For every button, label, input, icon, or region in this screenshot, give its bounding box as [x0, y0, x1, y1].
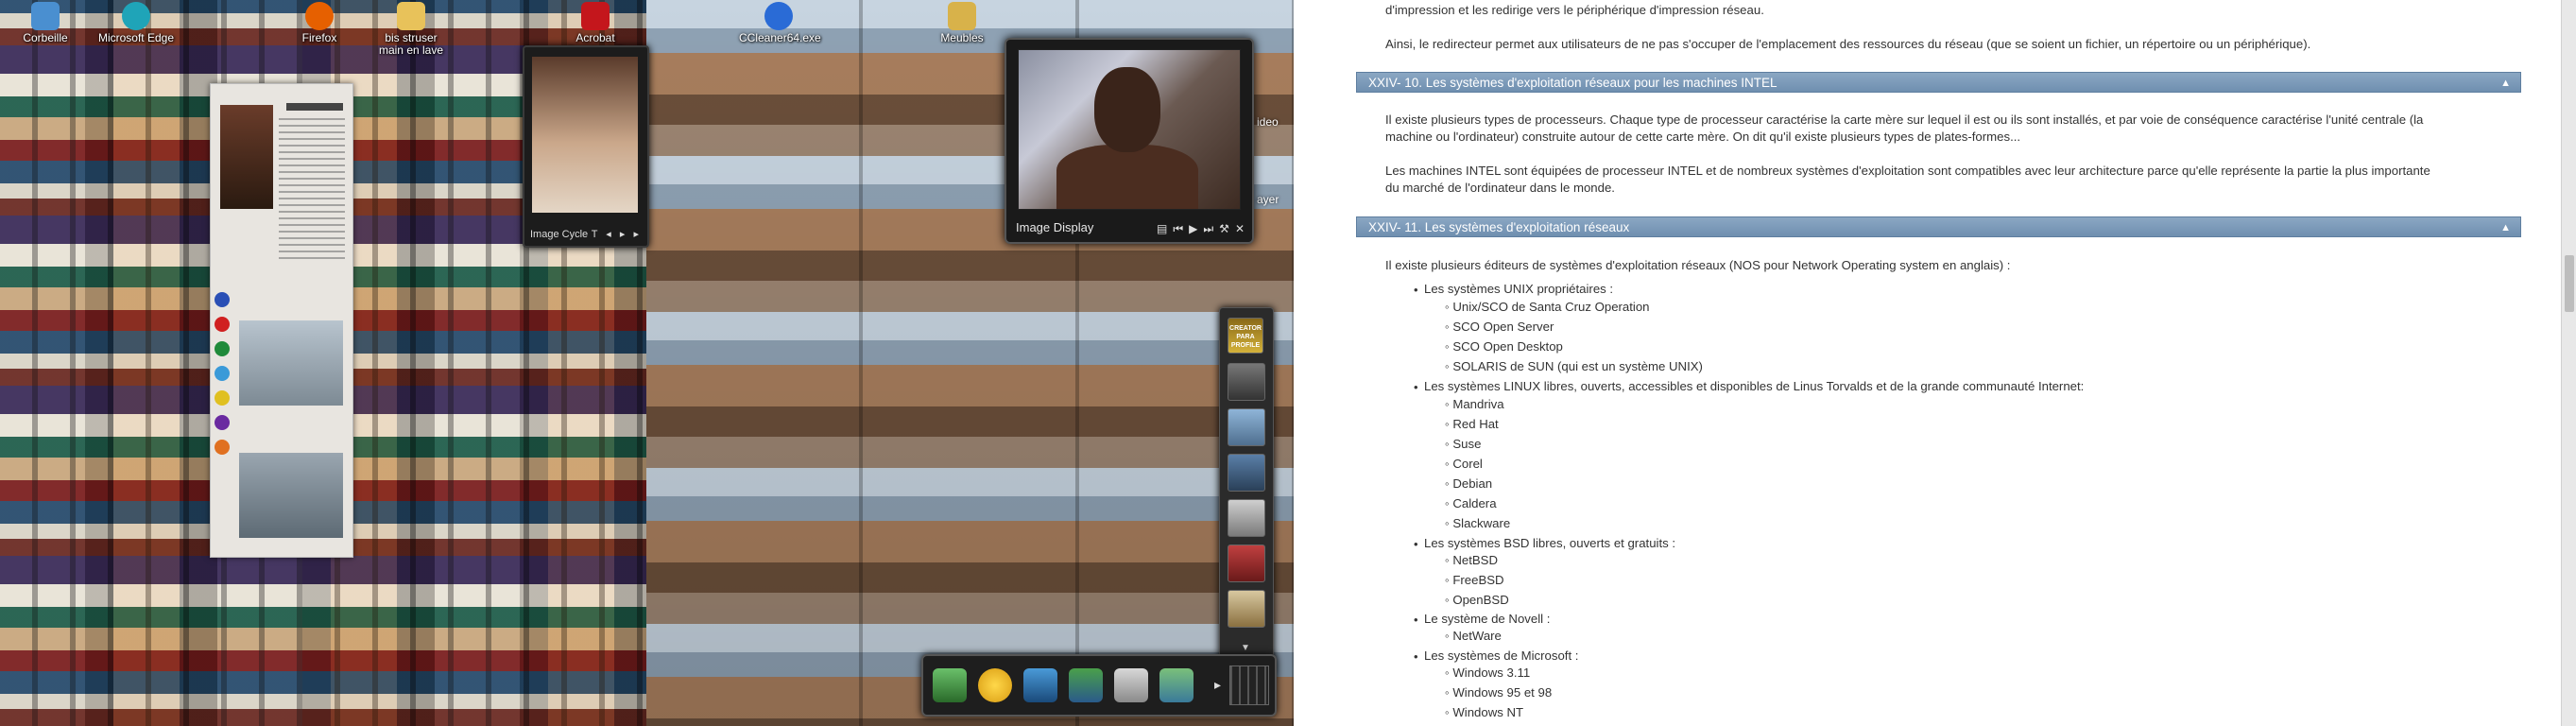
- list-item: ◦ Corel: [1445, 457, 1483, 471]
- bullet-icon: •: [1414, 380, 1418, 394]
- scrollbar-thumb[interactable]: [2565, 255, 2574, 312]
- image-display-controls: ▤ ⏮ ▶ ⏭ ⚒ ✕: [1157, 222, 1245, 236]
- list-item: ◦ SCO Open Server: [1445, 320, 1554, 334]
- list-item: ◦ Red Hat: [1445, 417, 1499, 431]
- poster-window[interactable]: [210, 83, 353, 558]
- list-item: ◦ Windows NT: [1445, 705, 1524, 719]
- desktop-icon-firefox[interactable]: Firefox: [280, 2, 359, 44]
- dock-expand-icon[interactable]: ▸: [1214, 677, 1221, 693]
- intro-text-line: Ainsi, le redirecteur permet aux utilisa…: [1385, 37, 2311, 51]
- list-item: ◦ NetBSD: [1445, 553, 1498, 567]
- list-item: ◦ NetWare: [1445, 629, 1502, 643]
- section-intro: Il existe plusieurs éditeurs de systèmes…: [1385, 258, 2011, 272]
- bullet-icon: •: [1414, 537, 1418, 551]
- desktop-icon-recycle-bin[interactable]: Corbeille: [6, 2, 85, 44]
- side-label-ideo: ideo: [1257, 115, 1279, 129]
- bullet-icon: •: [1414, 613, 1418, 627]
- document-page: d'impression et les redirige vers le pér…: [1294, 0, 2561, 726]
- grid-view-icon[interactable]: ▤: [1157, 222, 1167, 236]
- list-item: ◦ Windows 3.11: [1445, 666, 1531, 680]
- image-display-photo: [1018, 49, 1241, 210]
- image-display-title: Image Display: [1016, 220, 1094, 234]
- list-item: ◦ Unix/SCO de Santa Cruz Operation: [1445, 300, 1650, 314]
- vertical-scrollbar[interactable]: [2561, 0, 2576, 726]
- section-header-10[interactable]: XXIV- 10. Les systèmes d'exploitation ré…: [1356, 72, 2521, 93]
- gadget-caption: Image Cycle: [530, 229, 589, 240]
- desktop-icon-folder-bis[interactable]: bis struser main en lave: [371, 2, 451, 57]
- image-display-gadget[interactable]: Image Display ▤ ⏮ ▶ ⏭ ⚒ ✕: [1005, 38, 1254, 244]
- paragraph-line: machine ou l'ordinateur) construite auto…: [1385, 130, 2021, 144]
- list-item: ◦ Mandriva: [1445, 397, 1504, 411]
- poster-portrait: [220, 105, 273, 209]
- list-item: ◦ Caldera: [1445, 496, 1497, 510]
- keyboard-grid-icon[interactable]: [1229, 666, 1269, 705]
- acrobat-icon: [581, 2, 610, 30]
- paragraph-line: du marché de l'ordinateur dans le monde.: [1385, 181, 1615, 195]
- users-icon[interactable]: [1069, 668, 1103, 702]
- dock-item-tools-icon[interactable]: [1228, 363, 1265, 401]
- folder-sync-icon[interactable]: [1159, 668, 1194, 702]
- dock-item-creator[interactable]: CREATOR PARA PROFILE: [1228, 318, 1263, 354]
- list-item: ◦ Windows 95 et 98: [1445, 685, 1553, 700]
- taskbar-dock: ▸: [921, 654, 1277, 717]
- list-group-label: Les systèmes UNIX propriétaires :: [1424, 282, 1614, 296]
- first-icon[interactable]: ⏮: [1173, 222, 1183, 236]
- desktop-icon-meubles[interactable]: Meubles: [922, 2, 1002, 44]
- dock-scroll-down-icon[interactable]: ▼: [1241, 643, 1250, 653]
- new-item-icon[interactable]: [978, 668, 1012, 702]
- list-item: ◦ Suse: [1445, 437, 1482, 451]
- poster-heading: [286, 103, 343, 111]
- gadget-photo: [532, 57, 638, 213]
- dock-item-photos-icon[interactable]: [1228, 408, 1265, 446]
- collapse-icon[interactable]: ▲: [2500, 73, 2511, 94]
- paragraph-line: Les machines INTEL sont équipées de proc…: [1385, 164, 2430, 178]
- list-item: ◦ SOLARIS de SUN (qui est un système UNI…: [1445, 359, 1703, 373]
- list-item: ◦ SCO Open Desktop: [1445, 339, 1563, 354]
- sidebar-dock: CREATOR PARA PROFILE ▼: [1219, 307, 1274, 676]
- next-icon[interactable]: ⏭: [1203, 222, 1213, 236]
- list-item: ◦ Slackware: [1445, 516, 1511, 530]
- collapse-icon[interactable]: ▲: [2500, 217, 2511, 238]
- bullet-icon: •: [1414, 283, 1418, 297]
- dock-item-magnifier-icon[interactable]: [1228, 590, 1265, 628]
- dock-item-gallery-icon[interactable]: [1228, 499, 1265, 537]
- play-icon[interactable]: ▶: [1189, 222, 1197, 236]
- poster-photo: [239, 453, 343, 538]
- gadget-controls[interactable]: T ◂ ▸ ▸: [592, 228, 642, 240]
- section-title: XXIV- 10. Les systèmes d'exploitation ré…: [1368, 76, 1777, 90]
- close-icon[interactable]: ✕: [1235, 222, 1245, 236]
- list-group-label: Les systèmes de Microsoft :: [1424, 648, 1579, 663]
- firefox-icon: [305, 2, 334, 30]
- folder-icon: [948, 2, 976, 30]
- edge-icon: [122, 2, 150, 30]
- poster-text-lines: [279, 118, 345, 260]
- paragraph-line: Il existe plusieurs types de processeurs…: [1385, 112, 2424, 127]
- recycle-bin-icon: [31, 2, 60, 30]
- tools-icon[interactable]: ⚒: [1219, 222, 1229, 236]
- section-title: XXIV- 11. Les systèmes d'exploitation ré…: [1368, 220, 1630, 234]
- desktop-icon-edge[interactable]: Microsoft Edge: [96, 2, 176, 44]
- folder-icon: [397, 2, 425, 30]
- poster-photo: [239, 320, 343, 406]
- ccleaner-icon: [764, 2, 793, 30]
- desktop-icon-ccleaner[interactable]: CCleaner64.exe: [739, 2, 821, 44]
- list-item: ◦ FreeBSD: [1445, 573, 1504, 587]
- dock-item-media-icon[interactable]: [1228, 544, 1265, 582]
- globe-settings-icon[interactable]: [1023, 668, 1057, 702]
- spreadsheet-icon[interactable]: [933, 668, 967, 702]
- image-cycle-gadget[interactable]: Image Cycle T ◂ ▸ ▸: [523, 45, 649, 248]
- side-label-ayer: ayer: [1257, 193, 1279, 206]
- poster-colored-dots: [215, 292, 232, 464]
- intro-text-line: d'impression et les redirige vers le pér…: [1385, 3, 1764, 17]
- desktop: Corbeille Microsoft Edge Firefox bis str…: [0, 0, 1294, 726]
- documents-icon[interactable]: [1114, 668, 1148, 702]
- list-group-label: Les systèmes BSD libres, ouverts et grat…: [1424, 536, 1676, 550]
- bullet-icon: •: [1414, 649, 1418, 664]
- list-item: ◦ OpenBSD: [1445, 593, 1509, 607]
- section-header-11[interactable]: XXIV- 11. Les systèmes d'exploitation ré…: [1356, 216, 2521, 237]
- list-item: ◦ Debian: [1445, 476, 1493, 491]
- list-group-label: Le système de Novell :: [1424, 612, 1551, 626]
- dock-item-display-icon[interactable]: [1228, 454, 1265, 492]
- list-group-label: Les systèmes LINUX libres, ouverts, acce…: [1424, 379, 2085, 393]
